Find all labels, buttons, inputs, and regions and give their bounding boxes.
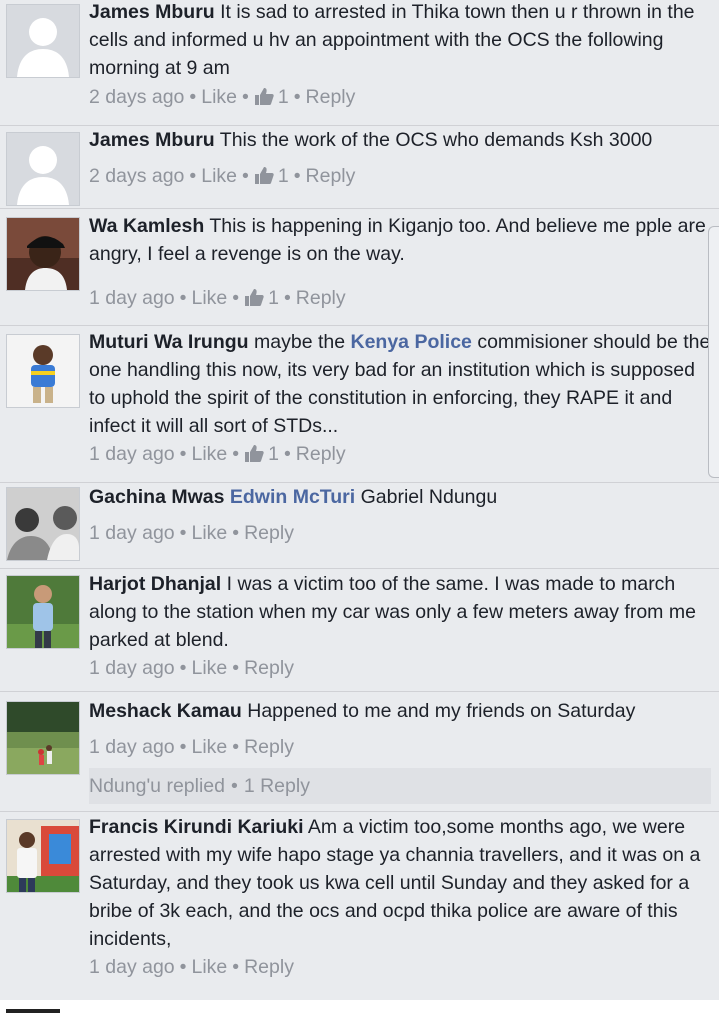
comment-meta: 1 day ago • Like • Reply — [89, 736, 294, 758]
mention-link[interactable]: Kenya Police — [351, 331, 472, 353]
comment: Wa Kamlesh This is happening in Kiganjo … — [0, 209, 719, 326]
comment-author[interactable]: Wa Kamlesh — [89, 215, 204, 237]
comment-meta: 2 days ago • Like • 1 • Reply — [89, 165, 356, 187]
comment-meta: 1 day ago • Like • 1 • Reply — [89, 443, 346, 465]
replies-summary: Ndung'u replied — [89, 775, 225, 797]
comment-meta: 1 day ago • Like • 1 • Reply — [89, 287, 346, 309]
like-count[interactable]: 1 — [278, 86, 289, 108]
reply-link[interactable]: Reply — [244, 522, 294, 544]
avatar[interactable] — [6, 4, 80, 78]
comment-time[interactable]: 1 day ago — [89, 522, 175, 544]
comment-time[interactable]: 2 days ago — [89, 86, 184, 108]
reply-link[interactable]: Reply — [244, 736, 294, 758]
avatar[interactable] — [6, 487, 80, 561]
comment-body: Muturi Wa Irungu maybe the Kenya Police … — [89, 328, 715, 440]
like-link[interactable]: Like — [191, 287, 227, 309]
reply-link[interactable]: Reply — [306, 165, 356, 187]
comment-time[interactable]: 1 day ago — [89, 956, 175, 978]
like-count[interactable]: 1 — [268, 443, 279, 465]
like-link[interactable]: Like — [201, 86, 237, 108]
mention-link[interactable]: Edwin McTuri — [230, 486, 355, 508]
comment-body: Gachina Mwas Edwin McTuri Gabriel Ndungu — [89, 483, 715, 511]
comment-thread: James Mburu It is sad to arrested in Thi… — [0, 0, 719, 1013]
scroll-handle[interactable] — [708, 226, 719, 478]
comment-author[interactable]: Gachina Mwas — [89, 486, 224, 508]
comment: Meshack Kamau Happened to me and my frie… — [0, 692, 719, 812]
reply-link[interactable]: Reply — [296, 443, 346, 465]
comment-time[interactable]: 1 day ago — [89, 287, 175, 309]
default-profile-icon — [7, 5, 79, 77]
avatar[interactable] — [6, 701, 80, 775]
avatar[interactable] — [6, 217, 80, 291]
comment-text: Happened to me and my friends on Saturda… — [247, 700, 636, 722]
avatar[interactable] — [6, 334, 80, 408]
like-link[interactable]: Like — [201, 165, 237, 187]
man-outdoors-photo-icon — [7, 576, 79, 648]
like-count[interactable]: 1 — [268, 287, 279, 309]
thumbs-up-icon — [245, 289, 264, 306]
man-cap-photo-icon — [7, 218, 79, 290]
comment-meta: 2 days ago • Like • 1 • Reply — [89, 86, 356, 108]
bw-group-photo-icon — [7, 488, 79, 560]
thumbs-up-icon — [254, 88, 274, 105]
next-comment-edge — [0, 1000, 719, 1013]
replies-count: 1 Reply — [243, 775, 310, 797]
comment-body: Francis Kirundi Kariuki Am a victim too,… — [89, 813, 715, 953]
field-photo-icon — [7, 702, 79, 774]
view-replies-row[interactable]: Ndung'u replied • 1 Reply — [89, 768, 711, 804]
comment: James Mburu It is sad to arrested in Thi… — [0, 0, 719, 126]
reply-link[interactable]: Reply — [306, 86, 356, 108]
comment-body: Wa Kamlesh This is happening in Kiganjo … — [89, 212, 715, 268]
comment-author[interactable]: Harjot Dhanjal — [89, 573, 221, 595]
comment: James Mburu This the work of the OCS who… — [0, 126, 719, 209]
comment-text: maybe the — [254, 331, 346, 353]
reply-link[interactable]: Reply — [296, 287, 346, 309]
comment-meta: 1 day ago • Like • Reply — [89, 522, 294, 544]
comment-author[interactable]: Francis Kirundi Kariuki — [89, 816, 304, 838]
comment: Muturi Wa Irungu maybe the Kenya Police … — [0, 326, 719, 483]
avatar[interactable] — [6, 819, 80, 893]
child-photo-icon — [7, 335, 79, 407]
comment-body: Meshack Kamau Happened to me and my frie… — [89, 697, 715, 725]
comment-body: Harjot Dhanjal I was a victim too of the… — [89, 570, 715, 654]
comment-time[interactable]: 1 day ago — [89, 443, 175, 465]
comment: Francis Kirundi Kariuki Am a victim too,… — [0, 812, 719, 1000]
avatar[interactable] — [6, 575, 80, 649]
man-mural-photo-icon — [7, 820, 79, 892]
like-link[interactable]: Like — [191, 443, 227, 465]
comment-meta: 1 day ago • Like • Reply — [89, 657, 294, 679]
comment-author[interactable]: Muturi Wa Irungu — [89, 331, 249, 353]
comment-author[interactable]: Meshack Kamau — [89, 700, 242, 722]
comment-meta: 1 day ago • Like • Reply — [89, 956, 294, 978]
comment: Harjot Dhanjal I was a victim too of the… — [0, 569, 719, 692]
like-link[interactable]: Like — [191, 736, 227, 758]
comment-body: James Mburu This the work of the OCS who… — [89, 126, 715, 154]
like-count[interactable]: 1 — [278, 165, 289, 187]
reply-link[interactable]: Reply — [244, 956, 294, 978]
comment-time[interactable]: 1 day ago — [89, 736, 175, 758]
comment: Gachina Mwas Edwin McTuri Gabriel Ndungu… — [0, 483, 719, 569]
like-link[interactable]: Like — [191, 522, 227, 544]
like-link[interactable]: Like — [191, 657, 227, 679]
reply-link[interactable]: Reply — [244, 657, 294, 679]
thumbs-up-icon — [254, 167, 274, 184]
thumbs-up-icon — [245, 445, 264, 462]
avatar-edge — [6, 1009, 60, 1013]
comment-author[interactable]: James Mburu — [89, 129, 215, 151]
avatar[interactable] — [6, 132, 80, 206]
default-profile-icon — [7, 133, 79, 205]
comment-time[interactable]: 2 days ago — [89, 165, 184, 187]
comment-author[interactable]: James Mburu — [89, 1, 215, 23]
like-link[interactable]: Like — [191, 956, 227, 978]
comment-text: This the work of the OCS who demands Ksh… — [219, 129, 653, 151]
comment-text: Gabriel Ndungu — [360, 486, 498, 508]
comment-body: James Mburu It is sad to arrested in Thi… — [89, 0, 715, 82]
comment-time[interactable]: 1 day ago — [89, 657, 175, 679]
